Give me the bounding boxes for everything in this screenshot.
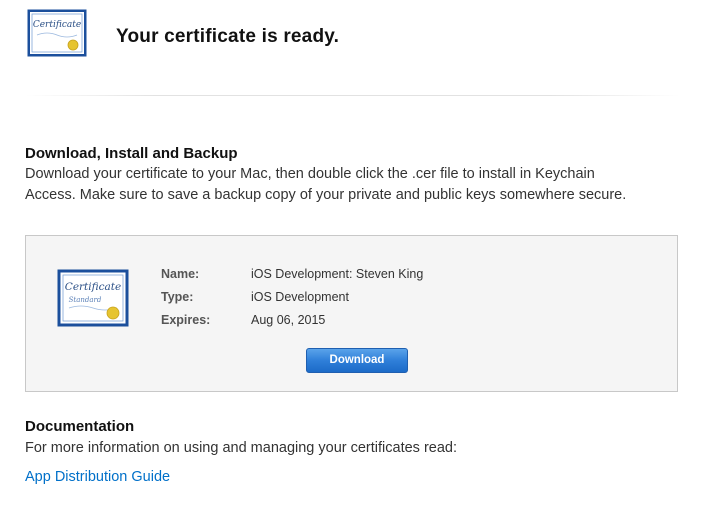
- expires-label: Expires:: [161, 313, 211, 327]
- certificate-standard-icon: Certificate Standard: [57, 269, 129, 327]
- certificate-icon-text: Certificate: [65, 281, 121, 293]
- documentation-title: Documentation: [25, 418, 135, 435]
- name-value: iOS Development: Steven King: [251, 267, 424, 281]
- type-label: Type:: [161, 290, 194, 304]
- download-description-line-2: Access. Make sure to save a backup copy …: [25, 187, 627, 203]
- type-value: iOS Development: [251, 290, 349, 304]
- certificate-icon: Certificate: [27, 9, 87, 57]
- documentation-description: For more information on using and managi…: [25, 440, 457, 456]
- download-description-line-1: Download your certificate to your Mac, t…: [25, 166, 595, 182]
- expires-value: Aug 06, 2015: [251, 313, 326, 327]
- download-button[interactable]: Download: [306, 348, 408, 373]
- certificate-details-box: Certificate Standard Name: iOS Developme…: [25, 235, 678, 392]
- page-title: Your certificate is ready.: [116, 26, 340, 47]
- certificate-icon-text: Certificate: [33, 20, 81, 30]
- download-section-description: Download your certificate to your Mac, t…: [25, 164, 675, 206]
- header-divider: [25, 95, 680, 96]
- name-label: Name:: [161, 267, 200, 281]
- download-section-title: Download, Install and Backup: [25, 145, 238, 162]
- app-distribution-guide-link[interactable]: App Distribution Guide: [25, 469, 170, 485]
- page-header: Certificate Your certificate is ready.: [0, 0, 701, 100]
- certificate-icon-subtext: Standard: [69, 296, 102, 304]
